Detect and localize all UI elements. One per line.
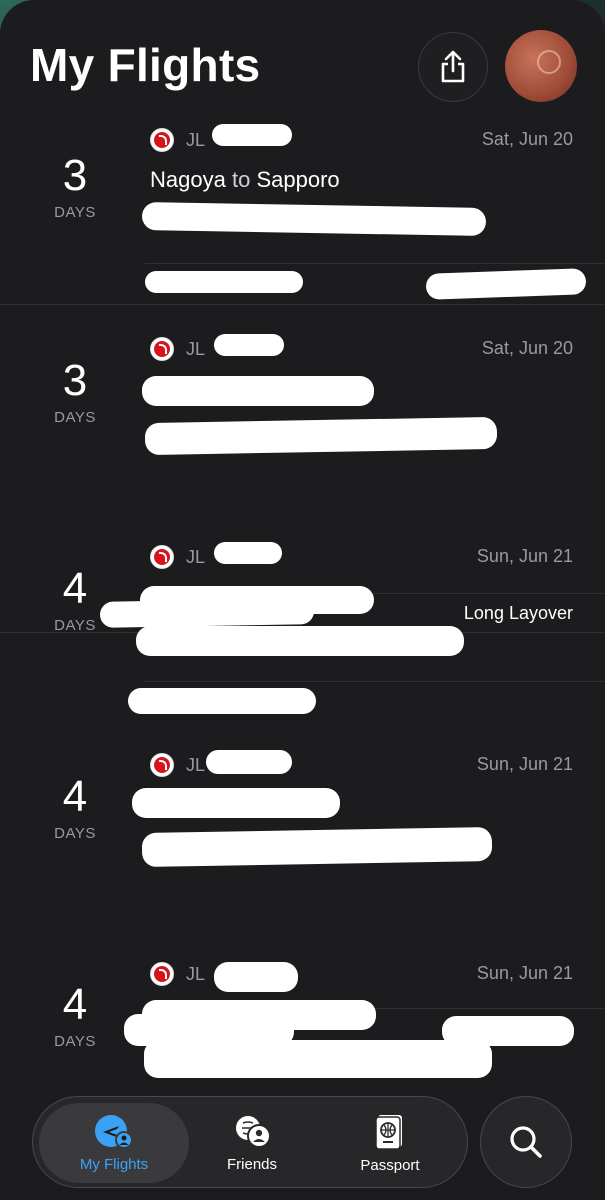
tab-my-flights[interactable]: My Flights [39,1103,189,1183]
tab-label: Passport [360,1156,420,1174]
tab-label: My Flights [79,1155,149,1173]
flight-code: JL [186,546,206,567]
route-origin: Nagoya [150,167,226,192]
days-label: DAYS [54,617,96,634]
flights-panel: My Flights 3 DAYS JL Sat, Jun 20 Nagoya [0,0,605,1200]
jal-logo-icon [150,337,174,361]
card-divider [0,304,605,305]
route-to: to [231,167,251,192]
redaction [141,826,493,868]
flight-route: Nagoya to Sapporo [150,167,340,193]
tab-label: Friends [226,1155,278,1173]
flight-card[interactable]: 4 DAYS JL Sun, Jun 21 [0,954,605,1104]
redaction [142,1000,376,1030]
days-number: 3 [62,356,88,405]
redaction [145,271,303,293]
redaction [144,1040,492,1078]
jal-logo-icon [150,962,174,986]
flight-date: Sat, Jun 20 [481,338,573,358]
redaction [206,750,292,774]
jal-logo-icon [150,753,174,777]
flight-card[interactable]: 4 DAYS JL Sun, Jun 21 [0,538,605,728]
redaction [136,626,464,656]
flight-card[interactable]: 3 DAYS JL Sat, Jun 20 Long Layover [0,330,605,633]
flight-date: Sat, Jun 20 [481,129,573,149]
jal-logo-icon [150,545,174,569]
redaction [142,376,374,406]
share-icon [441,50,465,83]
plane-user-icon [95,1114,133,1149]
flight-card[interactable]: 4 DAYS JL Sun, Jun 21 [0,746,605,1046]
flight-date: Sun, Jun 21 [476,754,573,774]
flight-code: JL [186,963,206,984]
header: My Flights [0,0,605,120]
flight-code: JL [186,129,206,150]
days-number: 4 [62,772,88,821]
redaction [212,124,292,146]
days-label: DAYS [54,1033,96,1050]
redaction [132,788,340,818]
row-divider [145,263,605,264]
search-button[interactable] [480,1096,572,1188]
airline-row: JL [150,753,205,777]
tab-passport[interactable]: Passport [315,1103,465,1183]
avatar-mark [537,50,561,74]
redaction [214,334,284,356]
passport-icon [375,1114,402,1150]
redaction [140,586,374,614]
airline-row: JL [150,337,205,361]
redaction [214,962,298,992]
days-countdown: 3 DAYS [30,356,120,427]
flight-card[interactable]: 3 DAYS JL Sat, Jun 20 Nagoya to Sapporo [0,120,605,330]
avatar[interactable] [505,30,577,102]
redaction [214,542,282,564]
redaction [141,202,487,236]
redaction [425,268,587,300]
days-countdown: 4 DAYS [30,772,120,843]
tab-friends[interactable]: Friends [177,1103,327,1183]
airline-row: JL [150,545,205,569]
flight-date: Sun, Jun 21 [476,546,573,566]
friends-icon [236,1115,271,1148]
days-number: 4 [62,980,88,1029]
airline-row: JL [150,128,205,152]
airline-row: JL [150,962,205,986]
flight-code: JL [186,754,206,775]
flight-code: JL [186,338,206,359]
days-countdown: 3 DAYS [30,151,120,222]
days-countdown: 4 DAYS [30,980,120,1051]
flight-date: Sun, Jun 21 [476,963,573,983]
route-destination: Sapporo [256,167,340,192]
days-countdown: 4 DAYS [30,564,120,635]
page-title: My Flights [30,39,261,91]
tab-bar: My Flights Friends Passport [32,1096,468,1188]
days-number: 3 [62,151,88,200]
search-icon [510,1126,542,1158]
days-label: DAYS [54,204,96,221]
jal-logo-icon [150,128,174,152]
days-number: 4 [62,564,88,613]
days-label: DAYS [54,409,96,426]
redaction [128,688,316,714]
share-button[interactable] [418,32,488,102]
row-divider [145,681,605,682]
redaction [144,416,498,456]
days-label: DAYS [54,825,96,842]
